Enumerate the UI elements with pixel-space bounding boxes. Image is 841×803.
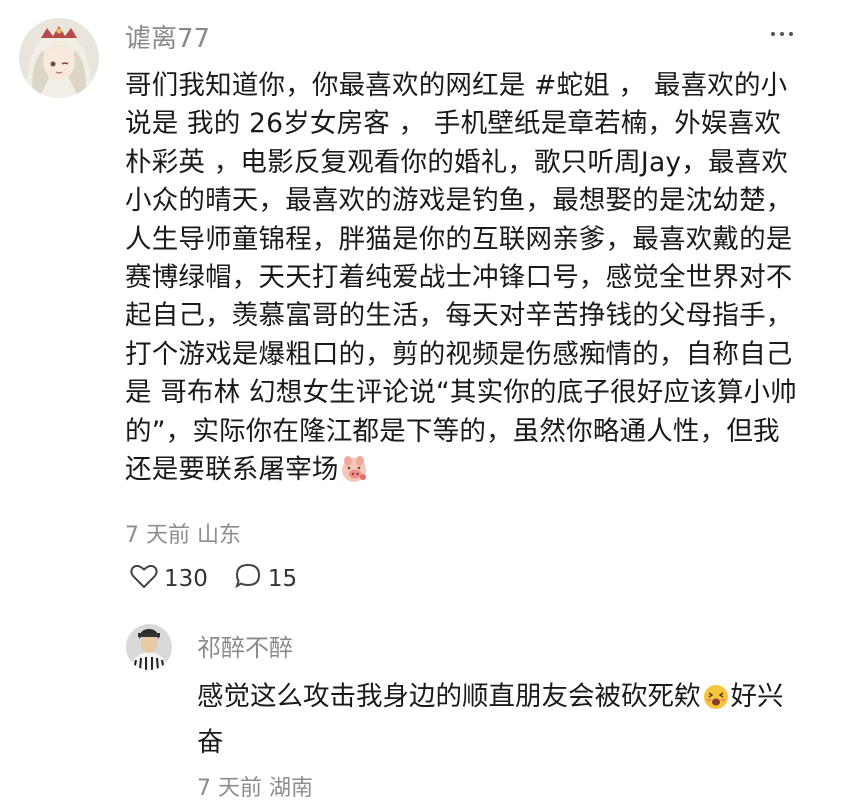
reply-count: 15 [267,566,298,592]
pig-face-emoji [339,454,369,495]
comment-actions: 130 15 [130,563,323,595]
reply-location: 湖南 [269,776,314,801]
reply-avatar[interactable] [126,624,172,670]
comment-text: 哥们我知道你，你最喜欢的网红是 #蛇姐 ， 最喜欢的小说是 我的 26岁女房客 … [125,67,805,495]
excited-face-emoji [701,681,731,723]
comment-time: 7 天前 [125,523,190,548]
reply-username[interactable]: 祁醉不醉 [197,628,293,663]
reply-button[interactable]: 15 [234,563,297,595]
comment-body: 哥们我知道你，你最喜欢的网红是 #蛇姐 ， 最喜欢的小说是 我的 26岁女房客 … [125,70,797,486]
reply-time: 7 天前 [197,776,262,801]
comment-meta: 7 天前 山东 [125,517,241,549]
reply-text: 感觉这么攻击我身边的顺直朋友会被砍死欸 好兴奋 [197,677,807,763]
like-count: 130 [164,566,208,592]
heart-icon [130,563,158,595]
comment-username[interactable]: 谑离77 [125,18,210,55]
reply-meta: 7 天前 湖南 [197,770,313,802]
comment-location: 山东 [197,523,242,548]
like-button[interactable]: 130 [130,563,208,595]
avatar[interactable] [19,18,99,98]
comment-bubble-icon [234,563,262,595]
more-options-icon[interactable] [764,24,800,44]
reply-body: 感觉这么攻击我身边的顺直朋友会被砍死欸 [197,681,701,712]
